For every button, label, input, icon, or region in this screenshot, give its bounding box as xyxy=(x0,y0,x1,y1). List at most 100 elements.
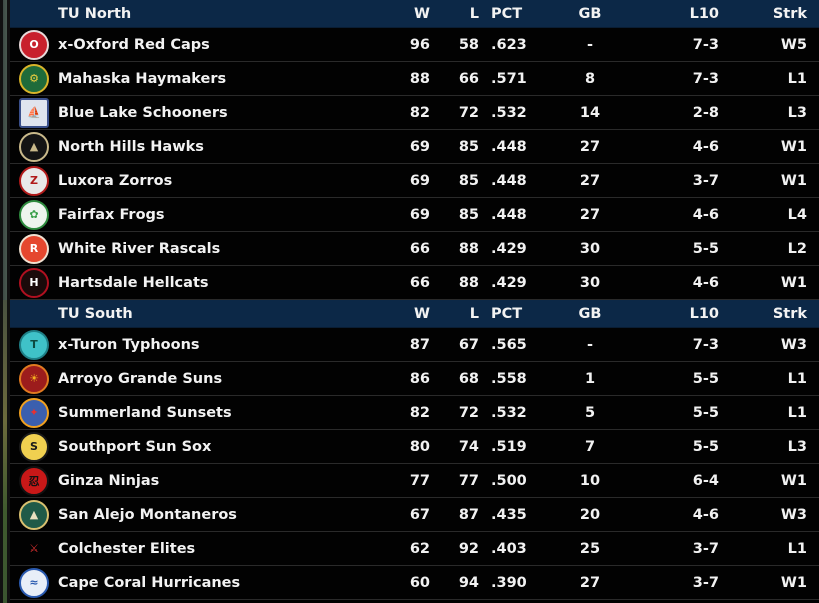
last-ten: 7-3 xyxy=(692,70,719,87)
team-name[interactable]: x-Turon Typhoons xyxy=(58,337,398,353)
ginza-ninjas-logo-icon[interactable]: 忍 xyxy=(19,465,49,496)
col-header-gb[interactable]: GB xyxy=(543,6,637,22)
col-header-w[interactable]: W xyxy=(398,306,430,322)
team-row[interactable]: ✿ Fairfax Frogs 69 85 .448 27 4-6 L4 xyxy=(10,198,819,232)
team-name[interactable]: Blue Lake Schooners xyxy=(58,105,398,121)
logo-glyph: ≈ xyxy=(29,576,39,589)
streak: W1 xyxy=(780,172,807,189)
last-ten: 4-6 xyxy=(692,138,719,155)
team-row[interactable]: T x-Turon Typhoons 87 67 .565 - 7-3 W3 xyxy=(10,328,819,362)
losses: 72 xyxy=(458,404,479,421)
last-ten: 3-7 xyxy=(692,172,719,189)
team-name[interactable]: Summerland Sunsets xyxy=(58,405,398,421)
win-pct: .532 xyxy=(491,104,527,121)
team-name[interactable]: Ginza Ninjas xyxy=(58,473,398,489)
win-pct: .500 xyxy=(491,472,527,489)
wins: 87 xyxy=(409,336,430,353)
logo-glyph: ✦ xyxy=(29,406,39,419)
team-row[interactable]: H Hartsdale Hellcats 66 88 .429 30 4-6 W… xyxy=(10,266,819,300)
wins: 69 xyxy=(409,138,430,155)
win-pct: .448 xyxy=(491,172,527,189)
logo-glyph: ▲ xyxy=(29,140,39,153)
team-row[interactable]: O x-Oxford Red Caps 96 58 .623 - 7-3 W5 xyxy=(10,28,819,62)
team-row[interactable]: ▲ San Alejo Montaneros 67 87 .435 20 4-6… xyxy=(10,498,819,532)
white-river-rascals-logo-icon[interactable]: R xyxy=(19,233,49,264)
oxford-red-caps-logo-icon[interactable]: O xyxy=(19,29,49,60)
team-name[interactable]: Cape Coral Hurricanes xyxy=(58,575,398,591)
streak: W3 xyxy=(780,336,807,353)
team-name[interactable]: Luxora Zorros xyxy=(58,173,398,189)
turon-typhoons-logo-icon[interactable]: T xyxy=(19,329,49,360)
arroyo-grande-suns-logo-icon[interactable]: ☀ xyxy=(19,363,49,394)
mahaska-haymakers-logo-icon[interactable]: ⚙ xyxy=(19,63,49,94)
team-name[interactable]: Fairfax Frogs xyxy=(58,207,398,223)
team-name[interactable]: San Alejo Montaneros xyxy=(58,507,398,523)
games-back: 27 xyxy=(579,574,601,591)
last-ten: 2-8 xyxy=(692,104,719,121)
win-pct: .403 xyxy=(491,540,527,557)
losses: 67 xyxy=(458,336,479,353)
blue-lake-schooners-logo-icon[interactable]: ⛵ xyxy=(19,97,49,128)
team-row[interactable]: ⚙ Mahaska Haymakers 88 66 .571 8 7-3 L1 xyxy=(10,62,819,96)
losses: 77 xyxy=(458,472,479,489)
games-back: 27 xyxy=(579,172,601,189)
team-row[interactable]: ☀ Arroyo Grande Suns 86 68 .558 1 5-5 L1 xyxy=(10,362,819,396)
col-header-gb[interactable]: GB xyxy=(543,306,637,322)
wins: 88 xyxy=(409,70,430,87)
team-name[interactable]: White River Rascals xyxy=(58,241,398,257)
losses: 85 xyxy=(458,172,479,189)
team-name[interactable]: Arroyo Grande Suns xyxy=(58,371,398,387)
col-header-pct[interactable]: PCT xyxy=(479,6,543,22)
team-name[interactable]: x-Oxford Red Caps xyxy=(58,37,398,53)
team-row[interactable]: ⚔ Colchester Elites 62 92 .403 25 3-7 L1 xyxy=(10,532,819,566)
losses: 58 xyxy=(458,36,479,53)
win-pct: .532 xyxy=(491,404,527,421)
logo-glyph: ⚙ xyxy=(29,72,39,85)
last-ten: 3-7 xyxy=(692,540,719,557)
southport-sun-sox-logo-icon[interactable]: S xyxy=(19,431,49,462)
standings-table: TU North W L PCT GB L10 Strk O x-Oxford … xyxy=(10,0,819,600)
games-back: 20 xyxy=(579,506,601,523)
team-row[interactable]: 忍 Ginza Ninjas 77 77 .500 10 6-4 W1 xyxy=(10,464,819,498)
summerland-sunsets-logo-icon[interactable]: ✦ xyxy=(19,397,49,428)
games-back: 30 xyxy=(579,240,601,257)
team-name[interactable]: Mahaska Haymakers xyxy=(58,71,398,87)
games-back: 10 xyxy=(579,472,601,489)
col-header-l10[interactable]: L10 xyxy=(637,6,753,22)
team-row[interactable]: ≈ Cape Coral Hurricanes 60 94 .390 27 3-… xyxy=(10,566,819,600)
col-header-w[interactable]: W xyxy=(398,6,430,22)
last-ten: 4-6 xyxy=(692,274,719,291)
division-name: TU North xyxy=(58,5,132,22)
col-header-l10[interactable]: L10 xyxy=(637,306,753,322)
north-hills-hawks-logo-icon[interactable]: ▲ xyxy=(19,131,49,162)
team-name[interactable]: Southport Sun Sox xyxy=(58,439,398,455)
team-name[interactable]: Hartsdale Hellcats xyxy=(58,275,398,291)
colchester-elites-logo-icon[interactable]: ⚔ xyxy=(19,534,49,564)
win-pct: .565 xyxy=(491,336,527,353)
team-row[interactable]: ⛵ Blue Lake Schooners 82 72 .532 14 2-8 … xyxy=(10,96,819,130)
team-name[interactable]: Colchester Elites xyxy=(58,541,398,557)
team-name[interactable]: North Hills Hawks xyxy=(58,139,398,155)
last-ten: 6-4 xyxy=(692,472,719,489)
san-alejo-montaneros-logo-icon[interactable]: ▲ xyxy=(19,499,49,530)
team-row[interactable]: S Southport Sun Sox 80 74 .519 7 5-5 L3 xyxy=(10,430,819,464)
col-header-strk[interactable]: Strk xyxy=(753,306,819,322)
wins: 67 xyxy=(409,506,430,523)
col-header-pct[interactable]: PCT xyxy=(479,306,543,322)
col-header-strk[interactable]: Strk xyxy=(753,6,819,22)
streak: L3 xyxy=(787,438,807,455)
streak: W5 xyxy=(780,36,807,53)
col-header-l[interactable]: L xyxy=(430,6,479,22)
col-header-l[interactable]: L xyxy=(430,306,479,322)
cape-coral-hurricanes-logo-icon[interactable]: ≈ xyxy=(19,567,49,598)
team-row[interactable]: Z Luxora Zorros 69 85 .448 27 3-7 W1 xyxy=(10,164,819,198)
last-ten: 4-6 xyxy=(692,206,719,223)
team-row[interactable]: ✦ Summerland Sunsets 82 72 .532 5 5-5 L1 xyxy=(10,396,819,430)
games-back: 14 xyxy=(579,104,601,121)
team-row[interactable]: R White River Rascals 66 88 .429 30 5-5 … xyxy=(10,232,819,266)
hartsdale-hellcats-logo-icon[interactable]: H xyxy=(19,267,49,298)
luxora-zorros-logo-icon[interactable]: Z xyxy=(19,165,49,196)
team-row[interactable]: ▲ North Hills Hawks 69 85 .448 27 4-6 W1 xyxy=(10,130,819,164)
division-header-south: TU South W L PCT GB L10 Strk xyxy=(10,300,819,328)
fairfax-frogs-logo-icon[interactable]: ✿ xyxy=(19,199,49,230)
